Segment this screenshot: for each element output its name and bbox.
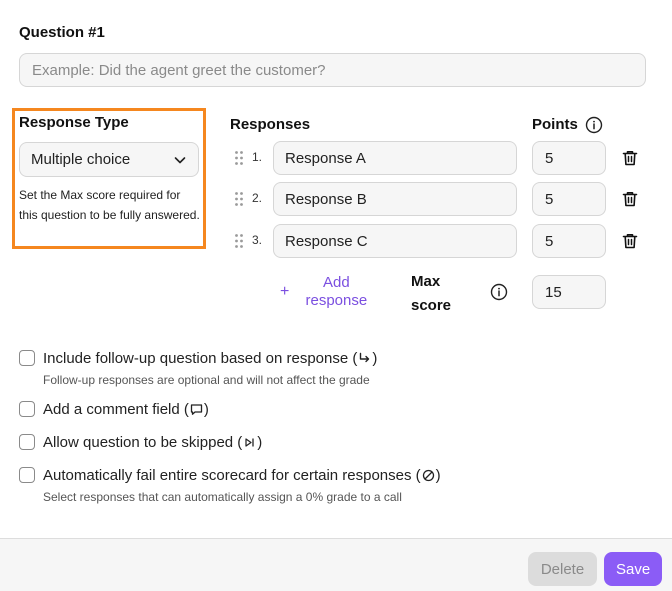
skip-icon bbox=[245, 438, 254, 447]
delete-button[interactable]: Delete bbox=[528, 552, 597, 586]
trash-icon[interactable] bbox=[621, 149, 639, 167]
responses-header: Responses bbox=[230, 116, 311, 133]
max-score-input[interactable] bbox=[532, 275, 606, 309]
comment-label-close: ) bbox=[203, 401, 209, 418]
response-type-value: Multiple choice bbox=[31, 151, 131, 168]
plus-icon: + bbox=[280, 283, 290, 300]
response-row: 3. bbox=[230, 224, 650, 258]
response-input[interactable] bbox=[273, 224, 517, 258]
trash-icon[interactable] bbox=[621, 190, 639, 208]
trash-icon[interactable] bbox=[621, 232, 639, 250]
auto-fail-label: Automatically fail entire scorecard for … bbox=[43, 467, 421, 484]
points-input[interactable] bbox=[532, 141, 606, 175]
response-number: 3. bbox=[252, 233, 263, 247]
skip-checkbox[interactable] bbox=[19, 434, 35, 450]
drag-handle-icon[interactable] bbox=[234, 150, 244, 166]
response-row: 1. bbox=[230, 141, 650, 175]
response-type-title: Response Type bbox=[19, 114, 129, 131]
no-entry-icon bbox=[422, 469, 434, 482]
add-response-label: Add response bbox=[305, 274, 368, 309]
follow-up-label: Include follow-up question based on resp… bbox=[43, 350, 358, 367]
comment-checkbox[interactable] bbox=[19, 401, 35, 417]
response-row: 2. bbox=[230, 182, 650, 216]
auto-fail-label-close: ) bbox=[435, 467, 441, 484]
points-input[interactable] bbox=[532, 224, 606, 258]
follow-up-option: Include follow-up question based on resp… bbox=[19, 349, 377, 387]
response-type-select[interactable]: Multiple choice bbox=[19, 142, 199, 177]
follow-up-arrow-icon bbox=[360, 352, 370, 363]
info-icon[interactable] bbox=[490, 283, 508, 301]
drag-handle-icon[interactable] bbox=[234, 233, 244, 249]
drag-handle-icon[interactable] bbox=[234, 191, 244, 207]
skip-label-close: ) bbox=[257, 434, 263, 451]
question-input[interactable] bbox=[19, 53, 646, 87]
auto-fail-checkbox[interactable] bbox=[19, 467, 35, 483]
max-score-label: Max score bbox=[411, 273, 452, 314]
add-response-button[interactable]: + Add response bbox=[280, 274, 369, 310]
follow-up-label-close: ) bbox=[372, 350, 378, 367]
chevron-down-icon bbox=[174, 156, 186, 163]
follow-up-hint: Follow-up responses are optional and wil… bbox=[43, 373, 370, 387]
points-header: Points bbox=[532, 116, 578, 133]
response-type-description: Set the Max score required for this ques… bbox=[19, 188, 200, 222]
response-number: 1. bbox=[252, 150, 263, 164]
comment-icon bbox=[190, 404, 203, 415]
auto-fail-hint: Select responses that can automatically … bbox=[43, 490, 402, 504]
save-button[interactable]: Save bbox=[604, 552, 662, 586]
auto-fail-option: Automatically fail entire scorecard for … bbox=[19, 466, 441, 504]
comment-label: Add a comment field ( bbox=[43, 401, 189, 418]
comment-option: Add a comment field ( ) bbox=[19, 400, 209, 419]
question-label: Question #1 bbox=[19, 24, 105, 41]
skip-label: Allow question to be skipped ( bbox=[43, 434, 243, 451]
skip-option: Allow question to be skipped ( ) bbox=[19, 433, 262, 452]
footer-bar: Delete Save bbox=[0, 538, 672, 591]
points-input[interactable] bbox=[532, 182, 606, 216]
response-input[interactable] bbox=[273, 182, 517, 216]
follow-up-checkbox[interactable] bbox=[19, 350, 35, 366]
info-icon[interactable] bbox=[585, 116, 603, 134]
response-input[interactable] bbox=[273, 141, 517, 175]
response-number: 2. bbox=[252, 191, 263, 205]
